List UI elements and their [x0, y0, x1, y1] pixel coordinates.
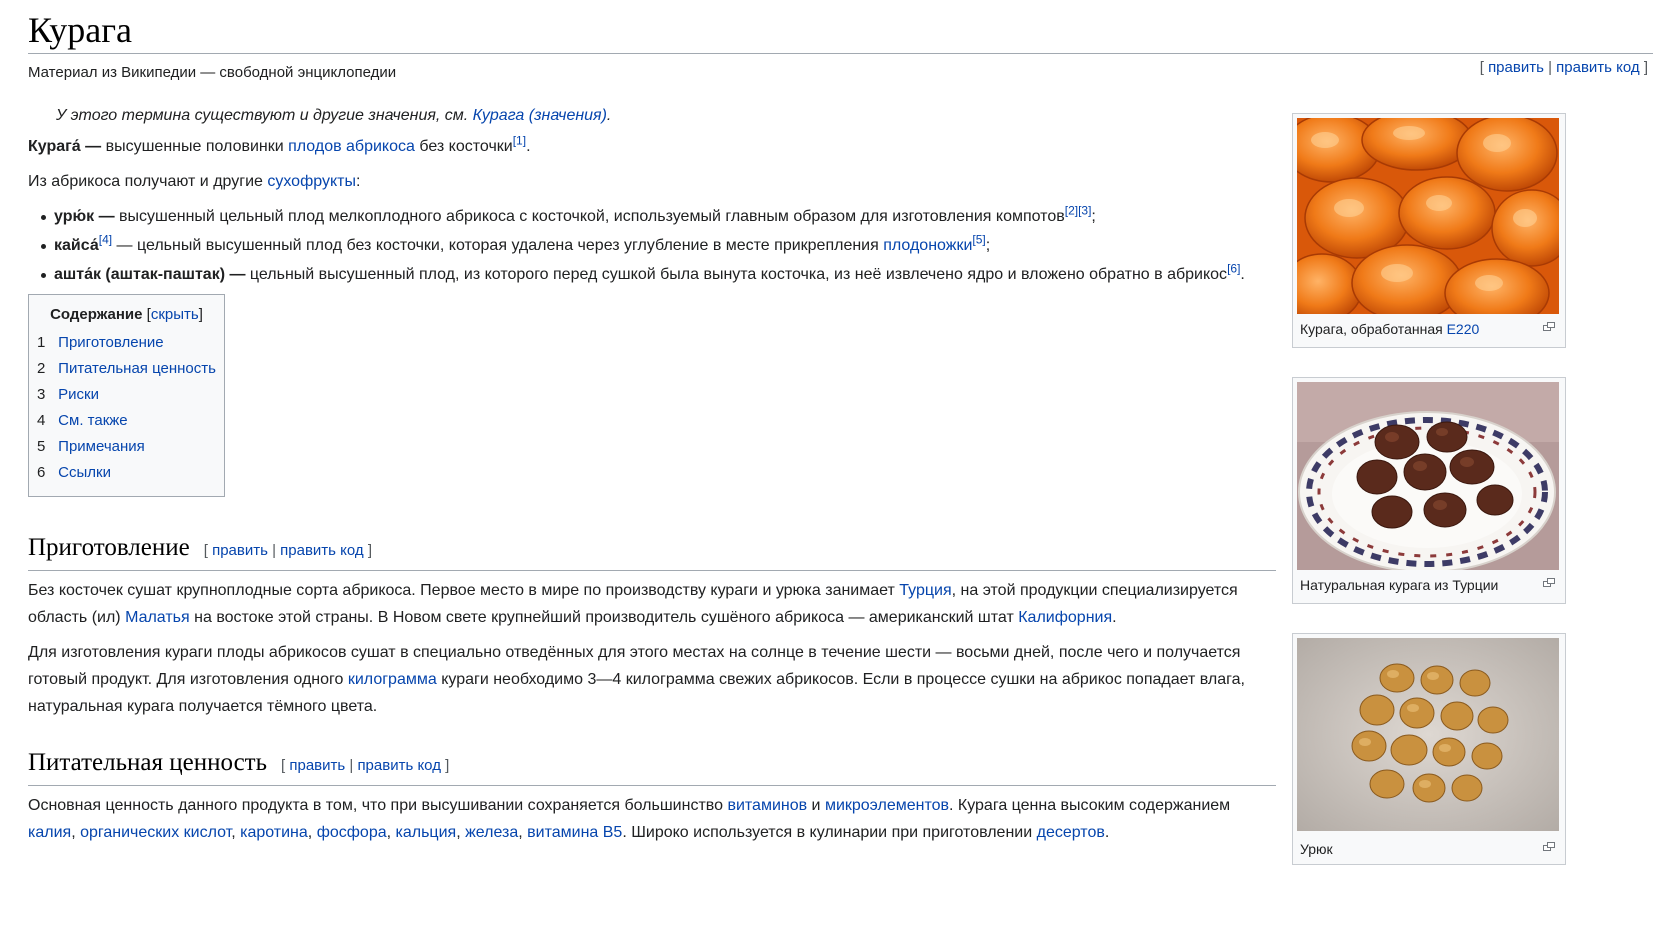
- reference-link[interactable]: [2]: [1065, 204, 1078, 218]
- magnify-clip-icon[interactable]: [1543, 322, 1555, 331]
- list-item: кайса́[4] — цельный высушенный плод без …: [41, 232, 1276, 259]
- section-edit-links: [ править | править код ]: [203, 542, 373, 559]
- figure-uryuk: Урюк: [1292, 633, 1566, 865]
- phosphorus-link[interactable]: фосфора: [317, 824, 387, 841]
- figure-caption: Курага, обработанная E220: [1300, 321, 1480, 337]
- intro-paragraph-2: Из абрикоса получают и другие сухофрукты…: [28, 173, 361, 190]
- article-body: У этого термина существуют и другие знач…: [28, 103, 1276, 854]
- figure-caption: Урюк: [1300, 841, 1333, 857]
- edit-link[interactable]: править: [1488, 59, 1544, 76]
- reference-link[interactable]: [3]: [1078, 204, 1091, 218]
- dried-fruit-link[interactable]: сухофрукты: [267, 173, 356, 190]
- page-edit-links: [ править | править код ]: [1479, 59, 1648, 76]
- preparation-paragraph-1: Без косточек сушат крупноплодные сорта а…: [28, 582, 1238, 626]
- desserts-link[interactable]: десертов: [1037, 824, 1105, 841]
- disambiguation-link[interactable]: Курага (значения): [473, 107, 607, 124]
- turkish-apricots-image[interactable]: [1297, 382, 1559, 570]
- intro-paragraph: Курага́ — высушенные половинки плодов аб…: [28, 133, 531, 155]
- preparation-paragraph-2: Для изготовления кураги плоды абрикосов …: [28, 644, 1245, 715]
- carotene-link[interactable]: каротина: [240, 824, 308, 841]
- stalk-link[interactable]: плодоножки: [883, 237, 972, 254]
- toc-item[interactable]: 1 Приготовление: [37, 330, 216, 356]
- edit-link[interactable]: править: [212, 542, 268, 559]
- potassium-link[interactable]: калия: [28, 824, 71, 841]
- table-of-contents: Содержание [скрыть] 1 Приготовление 2 Пи…: [28, 294, 225, 497]
- malatya-link[interactable]: Малатья: [125, 609, 190, 626]
- toc-item[interactable]: 4 См. также: [37, 408, 216, 434]
- kilogram-link[interactable]: килограмма: [348, 671, 437, 688]
- hatnote: У этого термина существуют и другие знач…: [56, 107, 612, 124]
- list-item: ашта́к (аштак-паштак) — цельный высушенн…: [41, 261, 1276, 288]
- edit-link[interactable]: править: [289, 757, 345, 774]
- reference-link[interactable]: [5]: [972, 233, 985, 247]
- nutrition-paragraph-1: Основная ценность данного продукта в том…: [28, 797, 1231, 841]
- edit-source-link[interactable]: править код: [1556, 59, 1640, 76]
- section-heading-nutrition: Питательная ценность[ править | править …: [28, 746, 1276, 786]
- calcium-link[interactable]: кальция: [396, 824, 457, 841]
- uryuk-image[interactable]: [1297, 638, 1559, 831]
- figure-caption: Натуральная курага из Турции: [1300, 577, 1499, 593]
- magnify-clip-icon[interactable]: [1543, 578, 1555, 587]
- title-divider: [28, 53, 1653, 54]
- dried-apricot-types-list: урю́к — высушенный цельный плод мелкопло…: [28, 203, 1276, 288]
- reference-link[interactable]: [1]: [513, 134, 526, 148]
- toc-item[interactable]: 2 Питательная ценность: [37, 356, 216, 382]
- toc-hide-toggle[interactable]: скрыть: [151, 306, 199, 323]
- toc-item[interactable]: 3 Риски: [37, 382, 216, 408]
- toc-item[interactable]: 6 Ссылки: [37, 460, 216, 486]
- apricot-fruit-link[interactable]: плодов абрикоса: [288, 138, 415, 155]
- reference-link[interactable]: [4]: [99, 233, 112, 247]
- list-item: урю́к — высушенный цельный плод мелкопло…: [41, 203, 1276, 230]
- figure-turkish-apricots: Натуральная курага из Турции: [1292, 377, 1566, 604]
- figure-processed-apricots: Курага, обработанная E220: [1292, 113, 1566, 348]
- edit-source-link[interactable]: править код: [280, 542, 364, 559]
- vitamins-link[interactable]: витаминов: [727, 797, 807, 814]
- toc-title: Содержание [скрыть]: [50, 306, 203, 323]
- microelements-link[interactable]: микроэлементов: [825, 797, 949, 814]
- toc-item[interactable]: 5 Примечания: [37, 434, 216, 460]
- organic-acids-link[interactable]: органических кислот: [80, 824, 231, 841]
- turkey-link[interactable]: Турция: [899, 582, 951, 599]
- magnify-clip-icon[interactable]: [1543, 842, 1555, 851]
- section-edit-links: [ править | править код ]: [281, 757, 450, 774]
- e220-link[interactable]: E220: [1447, 321, 1480, 337]
- california-link[interactable]: Калифорния: [1018, 609, 1112, 626]
- site-tagline: Материал из Википедии — свободной энцикл…: [28, 64, 397, 81]
- reference-link[interactable]: [6]: [1227, 262, 1240, 276]
- iron-link[interactable]: железа: [465, 824, 518, 841]
- page-title: Курага: [28, 10, 133, 50]
- processed-apricots-image[interactable]: [1297, 118, 1559, 314]
- lead-term: Курага́ —: [28, 138, 102, 155]
- vitamin-b5-link[interactable]: витамина B5: [527, 824, 622, 841]
- edit-source-link[interactable]: править код: [357, 757, 441, 774]
- section-heading-preparation: Приготовление[ править | править код ]: [28, 531, 1276, 571]
